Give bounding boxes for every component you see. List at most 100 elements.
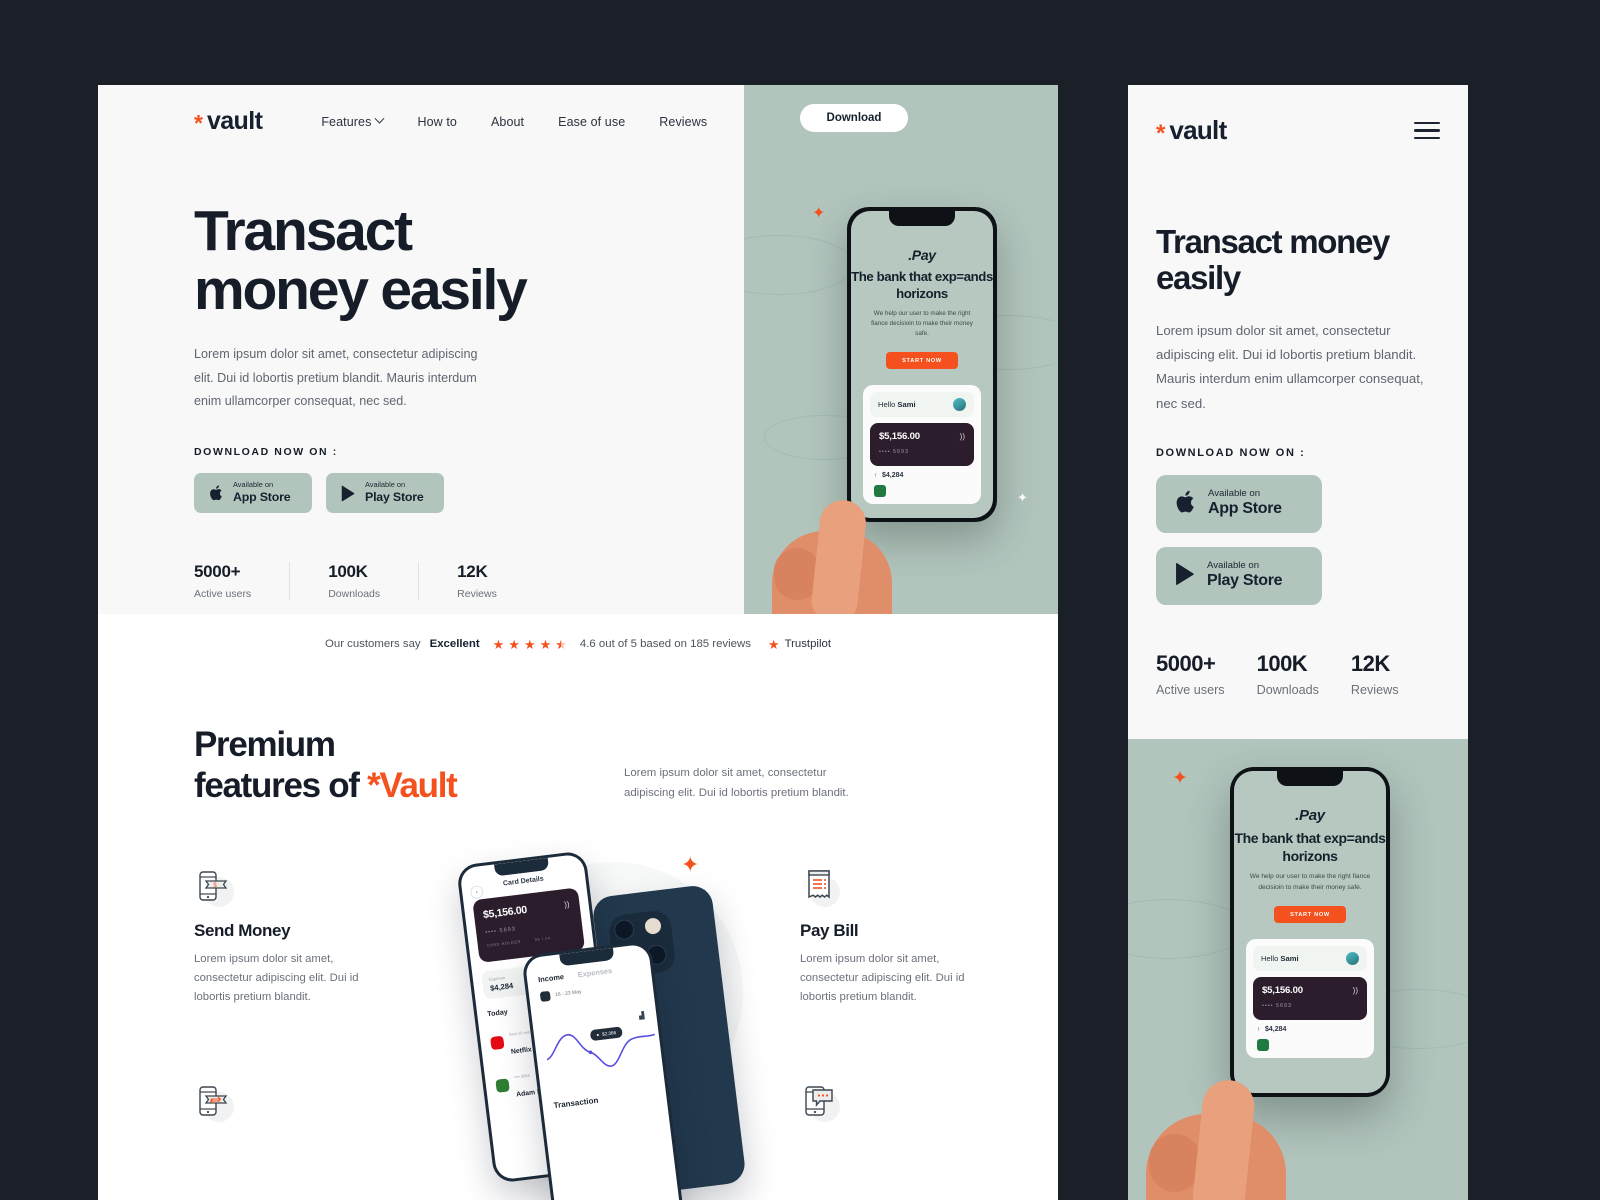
stat-label: Active users <box>1156 683 1225 698</box>
page-title: Transact money easily <box>194 202 744 319</box>
desktop-mockup: * vault Features How to About Ease of us… <box>98 85 1058 1200</box>
download-button[interactable]: Download <box>800 104 908 132</box>
mobile-phone-mockup: .Pay The bank that exp=ands horizons We … <box>1230 767 1390 1098</box>
contactless-icon: )) <box>1352 986 1358 996</box>
phone-money-icon: $ <box>194 867 234 907</box>
receipt-icon <box>800 867 840 907</box>
features-title-line-1: Premium <box>194 725 336 764</box>
asterisk-icon: * <box>194 110 203 136</box>
nav-item-features[interactable]: Features <box>321 113 385 129</box>
star-half-icon: ★ <box>555 638 567 651</box>
mobile-stat-active-users: 5000+ Active users <box>1156 651 1225 697</box>
nav-item-how-to[interactable]: How to <box>417 115 457 129</box>
nav-item-ease-of-use[interactable]: Ease of use <box>558 115 625 129</box>
expense-row: ↑ $4,284 <box>1253 1026 1367 1033</box>
sparkle-icon: ✦ <box>812 205 826 222</box>
play-store-button[interactable]: Available on Play Store <box>326 473 444 514</box>
nav-item-reviews[interactable]: Reviews <box>659 115 707 129</box>
trustpilot-source[interactable]: ★ Trustpilot <box>768 638 831 651</box>
phone-notch <box>889 211 955 226</box>
feature-description: Lorem ipsum dolor sit amet, consectetur … <box>800 952 965 1004</box>
app-brand: .Pay <box>1295 807 1325 825</box>
app-card-panel: Hello Sami )) $5,156.00 •••• 5693 ↑ $4,2… <box>863 385 981 505</box>
card-meta: CARD HOLDER 08 / 24 <box>487 933 575 948</box>
features-intro: Lorem ipsum dolor sit amet, consectetur … <box>624 767 849 799</box>
expense-row: ↑ $4,284 <box>870 472 974 479</box>
store-name: App Store <box>1208 500 1282 518</box>
store-available-label: Available on <box>365 480 406 490</box>
trust-rating-word: Excellent <box>429 638 480 650</box>
features-grid: $ Send Money Lorem ipsum dolor sit amet,… <box>98 849 1058 1200</box>
burger-line <box>1414 129 1440 132</box>
mobile-app-store-button[interactable]: Available on App Store <box>1156 475 1322 534</box>
logo[interactable]: * vault <box>194 107 263 136</box>
phone-screen: .Pay The bank that exp=ands horizons We … <box>851 211 993 518</box>
star-icon: ★ <box>523 636 536 652</box>
card-holder-label: CARD HOLDER <box>486 939 522 948</box>
start-now-button[interactable]: START NOW <box>886 352 958 370</box>
feature-chat <box>800 1082 985 1122</box>
stat-number: 5000+ <box>1156 651 1216 677</box>
arrow-up-icon: ↑ <box>1257 1026 1260 1033</box>
stat-reviews: 12K Reviews <box>457 562 535 600</box>
app-body-text: We help our user to make the right fianc… <box>871 310 973 338</box>
greeting-text: Hello Sami <box>878 400 916 409</box>
greeting-prefix: Hello <box>1261 954 1281 964</box>
app-headline: The bank that exp=ands horizons <box>1234 830 1386 864</box>
bar-chart-icon[interactable]: ▟ <box>639 1011 645 1020</box>
income-line-chart: ● $2,366 ▟ <box>542 1003 656 1085</box>
mobile-play-store-button[interactable]: Available on Play Store <box>1156 547 1322 606</box>
app-store-button[interactable]: Available on App Store <box>194 473 312 514</box>
calendar-icon <box>539 990 551 1002</box>
hero-subtext: Lorem ipsum dolor sit amet, consectetur … <box>194 347 478 408</box>
mobile-stats: 5000+ Active users 100K Downloads 12K Re… <box>1128 605 1468 697</box>
hand-illustration <box>1146 1074 1286 1200</box>
phone-chat-icon <box>800 1082 840 1122</box>
stat-number: 5000+ <box>194 562 241 582</box>
balance-card: )) $5,156.00 •••• 5693 <box>1253 977 1367 1021</box>
mobile-play-store-text: Available on Play Store <box>1207 560 1283 592</box>
star-icon: ★ <box>539 636 552 652</box>
arrow-up-icon: ↑ <box>874 472 877 479</box>
feature-description: Lorem ipsum dolor sit amet, consectetur … <box>194 952 359 1004</box>
mobile-stat-reviews: 12K Reviews <box>1351 651 1399 697</box>
start-now-button[interactable]: START NOW <box>1274 906 1346 924</box>
trust-prefix: Our customers say <box>325 638 421 650</box>
google-play-icon <box>1175 562 1196 591</box>
features-title-line-2: features of <box>194 766 368 806</box>
hand-illustration <box>772 496 892 614</box>
screenshot-stage: * vault Features How to About Ease of us… <box>0 0 1600 1200</box>
store-available-label: Available on <box>1207 560 1260 572</box>
nav-item-about[interactable]: About <box>491 115 524 129</box>
app-card-panel: Hello Sami )) $5,156.00 •••• 5693 ↑ $4,2… <box>1246 939 1374 1059</box>
contact-avatar <box>495 1077 510 1092</box>
mobile-subtext: Lorem ipsum dolor sit amet, consectetur … <box>1156 322 1424 411</box>
features-title: Premium features of *Vault <box>194 724 624 807</box>
hero-stats: 5000+ Active users 100K Downloads 12K Re… <box>194 562 744 601</box>
store-available-label: Available on <box>233 480 274 490</box>
greeting-name: Sami <box>1280 954 1299 964</box>
hamburger-menu-icon[interactable] <box>1414 121 1440 140</box>
trustpilot-bar: Our customers say Excellent ★ ★ ★ ★ ★ 4.… <box>98 614 1058 674</box>
greeting-text: Hello Sami <box>1261 954 1299 963</box>
store-buttons: Available on App Store Available on Play… <box>194 473 744 514</box>
play-store-text: Available on Play Store <box>365 481 424 505</box>
star-icon: ★ <box>492 636 505 652</box>
store-available-label: Available on <box>1208 488 1261 500</box>
stat-number: 100K <box>1256 651 1308 677</box>
stat-label: Reviews <box>1350 683 1399 698</box>
burger-line <box>1414 121 1440 125</box>
mobile-mockup: * vault Transact money easily Lorem ipsu… <box>1128 85 1468 1200</box>
stat-label: Downloads <box>1256 683 1319 698</box>
feature-title: Pay Bill <box>800 920 859 940</box>
mobile-logo[interactable]: * vault <box>1156 115 1227 146</box>
features-title-accent: *Vault <box>367 766 458 806</box>
store-name: Play Store <box>365 489 424 504</box>
sparkle-icon: ✦ <box>1017 490 1028 505</box>
transaction-name: Netflix <box>510 1045 533 1056</box>
nav-links: Features How to About Ease of use Review… <box>321 113 707 129</box>
date-range-label: 16 - 23 May <box>554 988 582 998</box>
stat-downloads: 100K Downloads <box>328 562 420 601</box>
logo-text: vault <box>1169 115 1227 145</box>
google-play-icon <box>339 483 357 503</box>
